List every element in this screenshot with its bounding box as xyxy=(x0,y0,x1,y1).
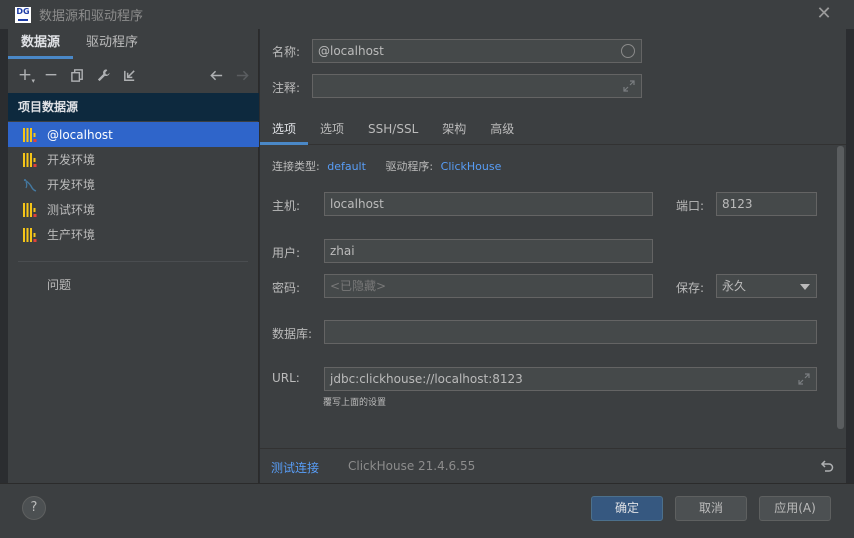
clickhouse-icon xyxy=(22,202,38,218)
expand-icon[interactable] xyxy=(622,79,636,93)
tree-item-label: 开发环境 xyxy=(47,153,96,167)
user-label: 用户: xyxy=(272,246,301,260)
driver-label: 驱动程序: xyxy=(385,160,434,173)
connection-status-bar: 测试连接 ClickHouse 21.4.6.55 xyxy=(260,448,846,483)
tab-general[interactable]: 选项 xyxy=(260,115,309,145)
frame-edge xyxy=(846,29,854,483)
tree-item-dev-clickhouse[interactable]: 开发环境 xyxy=(8,147,259,172)
divider xyxy=(18,261,248,262)
clickhouse-icon xyxy=(22,152,38,168)
port-label: 端口: xyxy=(676,199,705,213)
dialog-footer: ? 确定 取消 应用(A) xyxy=(0,483,854,538)
close-icon[interactable]: ✕ xyxy=(814,4,834,24)
name-field[interactable]: @localhost xyxy=(312,39,642,63)
tree-item-label: 测试环境 xyxy=(47,203,96,217)
password-input[interactable]: <已隐藏> xyxy=(324,274,653,298)
duplicate-icon[interactable] xyxy=(64,62,90,88)
tab-drivers[interactable]: 驱动程序 xyxy=(73,29,151,59)
connection-type-label: 连接类型: xyxy=(272,160,320,173)
problems-item[interactable]: 问题 xyxy=(47,276,71,293)
mysql-icon xyxy=(22,177,38,193)
driver-link[interactable]: ClickHouse xyxy=(441,160,502,173)
left-toolbar: + ▾ − xyxy=(8,60,259,90)
password-label: 密码: xyxy=(272,281,301,295)
forward-arrow-icon[interactable] xyxy=(229,62,255,88)
tab-ssh-ssl[interactable]: SSH/SSL xyxy=(356,115,430,145)
url-input[interactable]: jdbc:clickhouse://localhost:8123 xyxy=(324,367,817,391)
color-circle-icon[interactable] xyxy=(621,44,635,58)
database-label: 数据库: xyxy=(272,327,313,341)
clickhouse-icon xyxy=(22,227,38,243)
tree-item-label: @localhost xyxy=(47,127,113,142)
connection-type-row: 连接类型: default 驱动程序: ClickHouse xyxy=(272,158,501,174)
chevron-down-icon xyxy=(800,284,810,290)
url-value: jdbc:clickhouse://localhost:8123 xyxy=(330,372,523,386)
comment-label: 注释: xyxy=(272,81,301,95)
port-input[interactable]: 8123 xyxy=(716,192,817,216)
user-input[interactable]: zhai xyxy=(324,239,653,263)
save-select[interactable]: 永久 xyxy=(716,274,817,298)
wrench-icon[interactable] xyxy=(90,62,116,88)
revert-icon[interactable] xyxy=(819,458,835,474)
add-icon[interactable]: + ▾ xyxy=(12,62,38,88)
name-value: @localhost xyxy=(318,44,384,58)
database-input[interactable] xyxy=(324,320,817,344)
tree-item-label: 生产环境 xyxy=(47,228,96,242)
left-panel: 数据源 驱动程序 + ▾ − 项目数据源 @localhost 开发环境 开发环… xyxy=(8,29,259,483)
save-label: 保存: xyxy=(676,281,705,295)
right-panel: 名称: @localhost 注释: 选项 选项 SSH/SSL 架构 高级 连… xyxy=(260,29,846,483)
back-arrow-icon[interactable] xyxy=(203,62,229,88)
import-icon[interactable] xyxy=(116,62,142,88)
data-source-tree: @localhost 开发环境 开发环境 测试环境 生产环境 xyxy=(8,122,259,247)
tree-item-label: 开发环境 xyxy=(47,178,96,192)
connection-type-link[interactable]: default xyxy=(327,160,366,173)
comment-field[interactable] xyxy=(312,74,642,98)
tree-item-prod[interactable]: 生产环境 xyxy=(8,222,259,247)
url-label: URL: xyxy=(272,371,300,385)
scrollbar[interactable] xyxy=(837,146,844,429)
left-tabs: 数据源 驱动程序 xyxy=(8,29,259,59)
driver-version-text: ClickHouse 21.4.6.55 xyxy=(348,459,476,473)
datagrip-logo-icon: DG xyxy=(15,6,31,23)
remove-icon[interactable]: − xyxy=(38,62,64,88)
window-title: 数据源和驱动程序 xyxy=(39,9,144,24)
name-label: 名称: xyxy=(272,45,301,59)
apply-button[interactable]: 应用(A) xyxy=(759,496,831,521)
title-bar: DG 数据源和驱动程序 ✕ xyxy=(0,0,854,29)
save-value: 永久 xyxy=(722,279,747,293)
test-connection-link[interactable]: 测试连接 xyxy=(271,459,319,476)
tab-data-sources[interactable]: 数据源 xyxy=(8,29,74,59)
clickhouse-icon xyxy=(22,127,38,143)
url-override-hint: 覆写上面的设置 xyxy=(323,398,387,408)
ok-button[interactable]: 确定 xyxy=(591,496,663,521)
tab-schemas[interactable]: 架构 xyxy=(430,115,478,145)
tree-item-localhost[interactable]: @localhost xyxy=(8,122,259,147)
tree-item-test[interactable]: 测试环境 xyxy=(8,197,259,222)
tab-options[interactable]: 选项 xyxy=(308,115,356,145)
host-input[interactable]: localhost xyxy=(324,192,653,216)
expand-icon[interactable] xyxy=(797,372,811,386)
host-label: 主机: xyxy=(272,199,301,213)
connection-tabs: 选项 选项 SSH/SSL 架构 高级 xyxy=(260,115,846,145)
cancel-button[interactable]: 取消 xyxy=(675,496,747,521)
help-button[interactable]: ? xyxy=(22,496,46,520)
project-data-sources-header: 项目数据源 xyxy=(8,93,259,121)
add-glyph: + xyxy=(17,65,33,85)
tree-item-dev-mysql[interactable]: 开发环境 xyxy=(8,172,259,197)
tab-advanced[interactable]: 高级 xyxy=(478,115,526,145)
